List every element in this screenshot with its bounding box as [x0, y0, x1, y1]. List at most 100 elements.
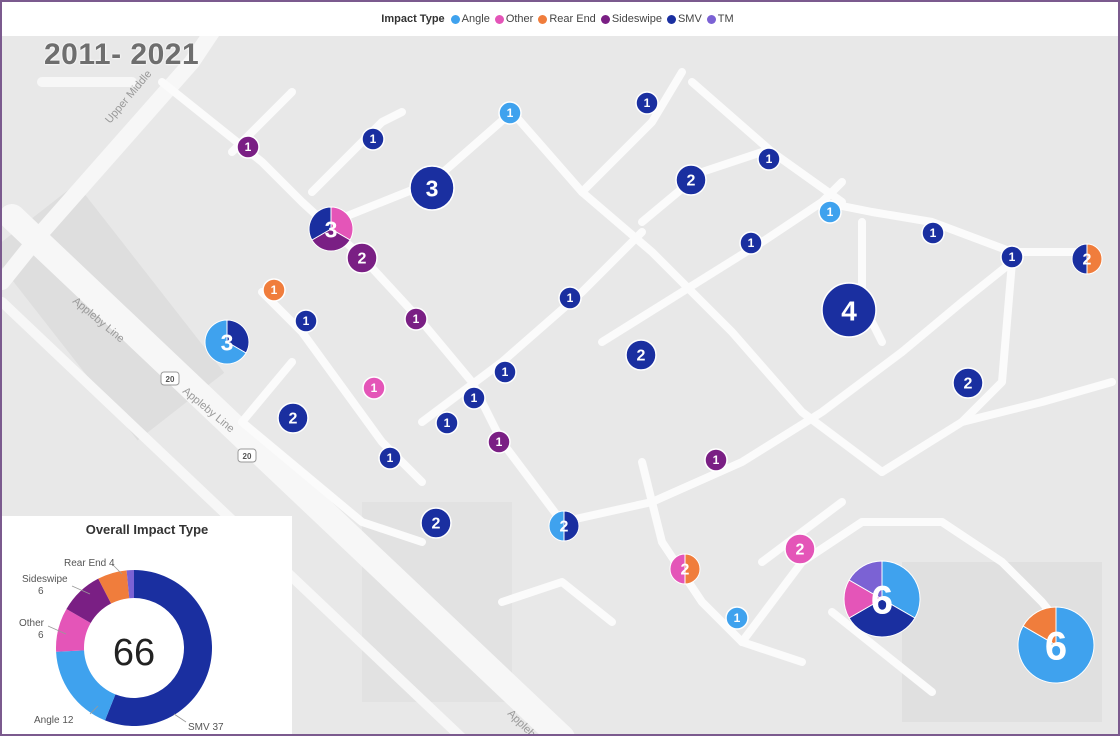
- legend-item-tm[interactable]: TM: [706, 13, 734, 25]
- collision-marker[interactable]: 1: [378, 446, 402, 470]
- marker-count: 2: [796, 542, 805, 559]
- impact-donut-chart[interactable]: 66 Rear End 4 Sideswipe 6 Other 6 Angle …: [2, 516, 292, 736]
- collision-marker[interactable]: 3: [308, 206, 354, 252]
- collision-marker[interactable]: 1: [236, 135, 260, 159]
- marker-count: 1: [713, 453, 720, 467]
- legend-item-sideswipe[interactable]: Sideswipe: [600, 13, 662, 25]
- collision-marker[interactable]: 1: [294, 309, 318, 333]
- marker-count: 1: [827, 205, 834, 219]
- marker-count: 1: [1009, 250, 1016, 264]
- marker-count: 1: [303, 314, 310, 328]
- legend-dot-sideswipe: [600, 14, 610, 24]
- marker-count: 1: [502, 365, 509, 379]
- marker-count: 3: [221, 329, 234, 355]
- marker-count: 1: [748, 236, 755, 250]
- legend-item-rear-end[interactable]: Rear End: [538, 13, 596, 25]
- legend-label: Other: [505, 13, 534, 25]
- collision-marker[interactable]: 2: [420, 507, 452, 539]
- collision-marker[interactable]: 1: [498, 101, 522, 125]
- marker-count: 1: [644, 96, 651, 110]
- marker-count: 2: [1083, 252, 1092, 269]
- marker-count: 2: [681, 562, 690, 579]
- collision-marker[interactable]: 1: [493, 360, 517, 384]
- collision-marker[interactable]: 2: [346, 242, 378, 274]
- collision-marker[interactable]: 3: [204, 319, 250, 365]
- collision-marker[interactable]: 1: [635, 91, 659, 115]
- marker-count: 1: [496, 435, 503, 449]
- legend-dot-angle: [450, 14, 460, 24]
- collision-marker[interactable]: 2: [784, 533, 816, 565]
- marker-count: 1: [370, 132, 377, 146]
- map-visual: Upper Middle Appleby Line Appleby Line A…: [0, 0, 1120, 736]
- label-other-value: 6: [38, 630, 44, 641]
- impact-type-legend: Impact Type Angle Other Rear End Sideswi…: [2, 2, 1118, 36]
- collision-marker[interactable]: 1: [462, 386, 486, 410]
- marker-count: 2: [289, 411, 298, 428]
- collision-marker[interactable]: 1: [361, 127, 385, 151]
- donut-slice-angle[interactable]: [56, 650, 116, 721]
- marker-count: 2: [637, 348, 646, 365]
- marker-count: 1: [507, 106, 514, 120]
- collision-marker[interactable]: 2: [1071, 243, 1103, 275]
- marker-count: 6: [1045, 624, 1067, 668]
- legend-item-angle[interactable]: Angle: [450, 13, 490, 25]
- collision-marker[interactable]: 6: [843, 560, 921, 638]
- legend-label: TM: [717, 13, 734, 25]
- collision-marker[interactable]: 1: [487, 430, 511, 454]
- marker-count: 1: [387, 451, 394, 465]
- marker-count: 1: [444, 416, 451, 430]
- collision-marker[interactable]: 2: [675, 164, 707, 196]
- marker-count: 2: [358, 251, 367, 268]
- collision-marker[interactable]: 1: [1000, 245, 1024, 269]
- marker-count: 1: [930, 226, 937, 240]
- collision-marker[interactable]: 1: [558, 286, 582, 310]
- marker-count: 1: [371, 381, 378, 395]
- legend-item-other[interactable]: Other: [494, 13, 534, 25]
- legend-dot-other: [494, 14, 504, 24]
- marker-count: 1: [567, 291, 574, 305]
- label-other-name: Other: [19, 618, 45, 629]
- collision-marker[interactable]: 4: [821, 282, 877, 338]
- donut-title: Overall Impact Type: [85, 522, 209, 537]
- collision-marker[interactable]: 1: [757, 147, 781, 171]
- legend-label: Sideswipe: [611, 13, 662, 25]
- marker-count: 2: [687, 173, 696, 190]
- legend-label: SMV: [677, 13, 702, 25]
- collision-marker[interactable]: 1: [404, 307, 428, 331]
- legend-label: Angle: [461, 13, 490, 25]
- collision-marker[interactable]: 2: [952, 367, 984, 399]
- marker-count: 6: [871, 578, 893, 622]
- label-sideswipe-name: Sideswipe: [22, 574, 68, 585]
- label-angle: Angle 12: [34, 715, 74, 726]
- legend-label: Rear End: [549, 13, 596, 25]
- collision-marker[interactable]: 3: [409, 165, 455, 211]
- overall-impact-panel: 66 Rear End 4 Sideswipe 6 Other 6 Angle …: [2, 516, 292, 736]
- collision-marker[interactable]: 1: [704, 448, 728, 472]
- collision-marker[interactable]: 1: [739, 231, 763, 255]
- collision-marker[interactable]: 1: [818, 200, 842, 224]
- collision-marker[interactable]: 1: [262, 278, 286, 302]
- collision-marker[interactable]: 2: [625, 339, 657, 371]
- collision-marker[interactable]: 1: [435, 411, 459, 435]
- collision-marker[interactable]: 1: [725, 606, 749, 630]
- label-sideswipe-value: 6: [38, 586, 44, 597]
- marker-count: 4: [841, 295, 857, 326]
- marker-count: 2: [432, 516, 441, 533]
- collision-marker[interactable]: 1: [362, 376, 386, 400]
- label-rear-end: Rear End 4: [64, 558, 115, 569]
- collision-marker[interactable]: 2: [669, 553, 701, 585]
- legend-item-smv[interactable]: SMV: [666, 13, 702, 25]
- marker-count: 1: [413, 312, 420, 326]
- collision-marker[interactable]: 1: [921, 221, 945, 245]
- collision-marker[interactable]: 6: [1017, 606, 1095, 684]
- route-20-shield-2: 20: [243, 452, 252, 461]
- marker-count: 1: [471, 391, 478, 405]
- label-smv: SMV 37: [188, 722, 224, 733]
- marker-count: 1: [271, 283, 278, 297]
- marker-count: 3: [325, 216, 338, 242]
- collision-marker[interactable]: 2: [548, 510, 580, 542]
- marker-count: 2: [560, 519, 569, 536]
- marker-count: 1: [245, 140, 252, 154]
- collision-marker[interactable]: 2: [277, 402, 309, 434]
- marker-count: 3: [426, 175, 439, 201]
